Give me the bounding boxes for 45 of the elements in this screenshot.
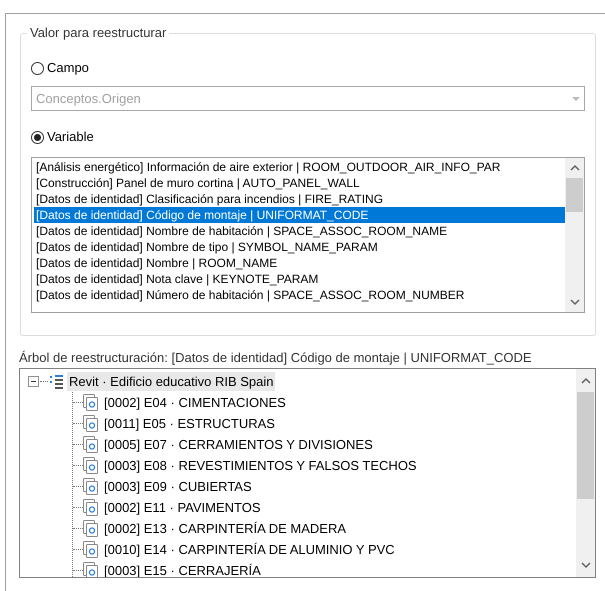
tree-item[interactable]: [0003] E09 · CUBIERTAS [104, 476, 252, 496]
radio-label[interactable]: Variable [47, 127, 94, 147]
tree-item[interactable]: [0011] E05 · ESTRUCTURAS [104, 414, 275, 434]
list-item[interactable]: [Datos de identidad] Código de montaje | UNIFORMAT_CODE [34, 207, 565, 223]
document-icon [83, 562, 98, 577]
radio-label[interactable]: Campo [47, 58, 89, 78]
tree-item[interactable]: [0003] E08 · REVESTIMIENTOS Y FALSOS TECHOS [104, 456, 417, 476]
list-item[interactable]: [Análisis energético] Información de aire exterior | ROOM_OUTDOOR_AIR_INFO_PAR [34, 159, 565, 175]
list-item[interactable]: [Datos de identidad] Nombre de habitación | SPACE_ASSOC_ROOM_NAME [34, 223, 565, 239]
scrollbar[interactable] [565, 158, 584, 312]
tree-item[interactable]: [0002] E04 · CIMENTACIONES [104, 392, 286, 412]
radio-button[interactable] [31, 130, 44, 144]
document-icon [83, 394, 98, 411]
document-icon [83, 499, 98, 516]
list-icon [50, 374, 63, 390]
scroll-down-icon[interactable] [570, 299, 580, 306]
scroll-thumb[interactable] [577, 392, 594, 499]
scroll-down-icon[interactable] [580, 562, 590, 569]
scrollbar[interactable] [576, 369, 595, 577]
scroll-up-icon[interactable] [570, 164, 580, 171]
list-item[interactable]: [Construcción] Panel de muro cortina | AUTO_PANEL_WALL [34, 175, 565, 191]
radio-button[interactable] [31, 62, 44, 74]
tree-item[interactable]: Revit · Edificio educativo RIB Spain [67, 372, 276, 391]
scroll-up-icon[interactable] [580, 377, 590, 384]
list-item[interactable]: [Datos de identidad] Número de habitación | SPACE_ASSOC_ROOM_NUMBER [34, 287, 565, 303]
tree-label: Árbol de reestructuración: [Datos de identidad] Código de montaje | UNIFORMAT_CODE [19, 350, 533, 366]
document-icon [83, 415, 98, 432]
list-item[interactable]: [Datos de identidad] Nota clave | KEYNOTE_PARAM [34, 271, 565, 287]
list-item[interactable]: [Datos de identidad] Nombre de tipo | SYMBOL_NAME_PARAM [34, 239, 565, 255]
document-icon [83, 457, 98, 474]
variable-list[interactable] [31, 157, 585, 313]
collapse-toggle-icon[interactable] [28, 376, 39, 387]
document-icon [83, 520, 98, 537]
list-item[interactable]: [Datos de identidad] Nombre | ROOM_NAME [34, 255, 565, 271]
scroll-thumb[interactable] [566, 178, 583, 212]
tree-view[interactable] [19, 368, 596, 578]
tree-item[interactable]: [0005] E07 · CERRAMIENTOS Y DIVISIONES [104, 434, 373, 454]
tree-item[interactable]: [0010] E14 · CARPINTERÍA DE ALUMINIO Y PVC [104, 540, 395, 560]
group-title: Valor para reestructurar [27, 25, 170, 41]
document-icon [83, 541, 98, 558]
document-icon [83, 478, 98, 495]
tree-item[interactable]: [0002] E13 · CARPINTERÍA DE MADERA [104, 518, 346, 538]
list-item[interactable]: [Datos de identidad] Clasificación para incendios | FIRE_RATING [34, 191, 565, 207]
tree-item[interactable]: [0002] E11 · PAVIMENTOS [104, 498, 261, 518]
document-icon [83, 436, 98, 453]
